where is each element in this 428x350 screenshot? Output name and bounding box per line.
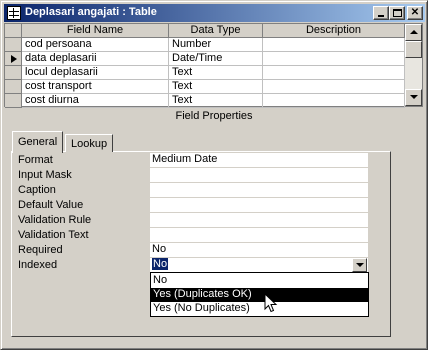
property-row-validation-rule: Validation Rule — [18, 213, 370, 228]
close-button[interactable]: ✕ — [407, 6, 423, 20]
dropdown-option[interactable]: Yes (Duplicates OK) — [151, 288, 368, 302]
property-row-input-mask: Input Mask — [18, 168, 370, 183]
column-header-data-type[interactable]: Data Type — [169, 24, 263, 38]
field-properties-label: Field Properties — [175, 110, 253, 122]
maximize-button[interactable] — [389, 6, 405, 20]
property-label: Input Mask — [18, 169, 72, 181]
required-field[interactable]: No — [150, 243, 368, 257]
dropdown-arrow-icon[interactable] — [352, 258, 367, 272]
window-title: Deplasari angajati : Table — [25, 6, 157, 18]
scroll-up-arrow-icon[interactable] — [405, 24, 422, 41]
data-type-cell[interactable]: Date/Time — [169, 52, 263, 66]
property-row-caption: Caption — [18, 183, 370, 198]
property-label: Validation Rule — [18, 214, 92, 226]
dropdown-option[interactable]: No — [151, 274, 368, 288]
property-label: Format — [18, 154, 53, 166]
row-selector[interactable] — [5, 38, 22, 52]
property-row-validation-text: Validation Text — [18, 228, 370, 243]
description-cell[interactable] — [263, 66, 405, 80]
property-row-indexed: Indexed No — [18, 258, 370, 273]
table-row[interactable]: cod persoana Number — [5, 38, 405, 52]
maximize-icon — [393, 9, 402, 17]
tab-general[interactable]: General — [12, 131, 64, 153]
minimize-icon — [378, 15, 384, 17]
data-type-cell[interactable]: Text — [169, 80, 263, 94]
column-header-description[interactable]: Description — [263, 24, 405, 38]
description-cell[interactable] — [263, 52, 405, 66]
validation-text-field[interactable] — [150, 228, 368, 242]
indexed-field[interactable]: No — [150, 258, 368, 272]
table-row[interactable]: data deplasarii Date/Time — [5, 52, 405, 66]
description-cell[interactable] — [263, 38, 405, 52]
data-type-cell[interactable]: Number — [169, 38, 263, 52]
property-label: Required — [18, 244, 63, 256]
row-selector[interactable] — [5, 66, 22, 80]
validation-rule-field[interactable] — [150, 213, 368, 227]
table-row[interactable]: locul deplasarii Text — [5, 66, 405, 80]
property-label: Caption — [18, 184, 56, 196]
property-label: Indexed — [18, 259, 58, 271]
property-row-default-value: Default Value — [18, 198, 370, 213]
property-row-required: Required No — [18, 243, 370, 258]
tab-lookup[interactable]: Lookup — [65, 134, 114, 152]
field-name-cell[interactable]: cost transport — [22, 80, 169, 94]
field-name-cell[interactable]: data deplasarii — [22, 52, 169, 66]
property-label: Validation Text — [18, 229, 89, 241]
grid-header: Field Name Data Type Description — [5, 24, 405, 38]
description-cell[interactable] — [263, 94, 405, 108]
close-icon: ✕ — [410, 7, 420, 18]
property-value: No — [152, 243, 167, 255]
property-label: Default Value — [18, 199, 84, 211]
dropdown-option[interactable]: Yes (No Duplicates) — [151, 302, 368, 316]
indexed-dropdown-list[interactable]: No Yes (Duplicates OK) Yes (No Duplicates) — [150, 272, 369, 317]
property-value: No — [152, 258, 169, 270]
scroll-down-arrow-icon[interactable] — [405, 89, 422, 106]
input-mask-field[interactable] — [150, 168, 368, 182]
default-value-field[interactable] — [150, 198, 368, 212]
row-selector[interactable] — [5, 52, 22, 66]
data-type-cell[interactable]: Text — [169, 66, 263, 80]
field-design-grid: Field Name Data Type Description cod per… — [4, 23, 423, 108]
description-cell[interactable] — [263, 80, 405, 94]
row-selector[interactable] — [5, 94, 22, 108]
table-row[interactable]: cost diurna Text — [5, 94, 405, 108]
title-bar[interactable]: Deplasari angajati : Table ✕ — [4, 4, 425, 22]
property-row-format: Format Medium Date — [18, 153, 370, 168]
header-corner[interactable] — [5, 24, 22, 38]
column-header-field-name[interactable]: Field Name — [22, 24, 169, 38]
scrollbar-thumb[interactable] — [405, 41, 422, 58]
table-row[interactable]: cost transport Text — [5, 80, 405, 94]
caption-field[interactable] — [150, 183, 368, 197]
grid-vertical-scrollbar[interactable] — [405, 24, 422, 106]
field-name-cell[interactable]: locul deplasarii — [22, 66, 169, 80]
minimize-button[interactable] — [373, 6, 389, 20]
property-value: Medium Date — [152, 153, 218, 165]
mouse-pointer-icon — [264, 293, 278, 313]
data-type-cell[interactable]: Text — [169, 94, 263, 108]
format-field[interactable]: Medium Date — [150, 153, 368, 167]
row-selector[interactable] — [5, 80, 22, 94]
table-icon — [7, 6, 21, 20]
field-name-cell[interactable]: cost diurna — [22, 94, 169, 108]
field-name-cell[interactable]: cod persoana — [22, 38, 169, 52]
